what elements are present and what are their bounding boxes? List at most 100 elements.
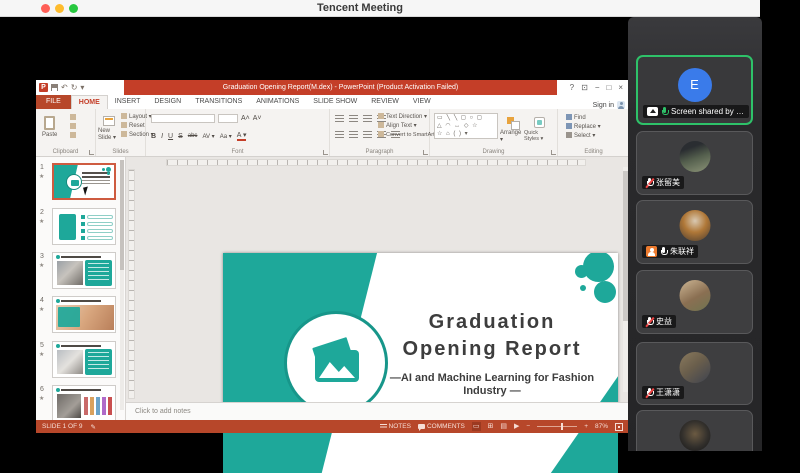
shapes-row-1: ▭ ╲ ╲ ◻ ○ ◻: [437, 114, 497, 122]
numbering-icon[interactable]: [349, 115, 358, 122]
participant-tile[interactable]: 史益: [636, 270, 753, 334]
bullets-icon[interactable]: [335, 115, 344, 122]
participant-tile-sharer[interactable]: E Screen shared by E...: [636, 55, 753, 125]
text-direction-label: Text Direction ▾: [386, 114, 427, 120]
cut-button[interactable]: [70, 114, 78, 123]
participant-tile[interactable]: [636, 410, 753, 451]
zoom-in-button[interactable]: +: [584, 423, 588, 430]
tab-slideshow[interactable]: SLIDE SHOW: [306, 95, 364, 109]
tab-view[interactable]: VIEW: [406, 95, 438, 109]
thumbnail-slide-2[interactable]: 2 ★: [36, 208, 126, 245]
new-slide-button[interactable]: New Slide ▾: [98, 112, 120, 141]
arrange-button[interactable]: Arrange ▾: [500, 113, 524, 143]
thumbnail-slide-5[interactable]: 5 ★: [36, 341, 126, 378]
comments-toggle-button[interactable]: COMMENTS: [418, 423, 465, 430]
decrease-font-icon[interactable]: A˅: [253, 115, 262, 122]
paste-button[interactable]: Paste: [42, 112, 57, 138]
slide-canvas[interactable]: Graduation Opening Report —AI and Machin…: [223, 253, 618, 473]
reset-label: Reset: [129, 123, 145, 129]
redo-icon[interactable]: ↻: [71, 83, 78, 92]
group-clipboard: Paste Clipboard: [36, 109, 96, 156]
copy-button[interactable]: [70, 123, 78, 132]
tab-design[interactable]: DESIGN: [147, 95, 188, 109]
align-center-icon[interactable]: [349, 131, 358, 138]
paragraph-dialog-launcher-icon[interactable]: [423, 150, 428, 155]
find-button[interactable]: Find: [566, 114, 601, 123]
align-right-icon[interactable]: [363, 131, 372, 138]
clipboard-group-label: Clipboard: [36, 149, 95, 155]
replace-button[interactable]: Replace ▾: [566, 123, 601, 132]
zoom-slider-thumb[interactable]: [561, 423, 563, 430]
shapes-gallery[interactable]: ▭ ╲ ╲ ◻ ○ ◻ △ ◠ ↔ ◇ ☆ ☆ ⌂ ( ) ▾: [434, 113, 498, 139]
quick-styles-button[interactable]: Quick Styles ▾: [524, 113, 554, 142]
thumbnail-slide-1[interactable]: 1 ★: [36, 163, 126, 200]
undo-icon[interactable]: ↶: [61, 83, 68, 92]
maximize-icon[interactable]: □: [606, 83, 611, 92]
thumbnail-slide-4[interactable]: 4 ★: [36, 296, 126, 333]
drawing-dialog-launcher-icon[interactable]: [551, 150, 556, 155]
slideshow-view-icon[interactable]: ▶: [514, 422, 519, 431]
powerpoint-logo-icon[interactable]: P: [39, 83, 48, 92]
thumbnail-canvas[interactable]: [52, 385, 116, 420]
zoom-slider[interactable]: [537, 426, 577, 427]
reading-view-icon[interactable]: ▤: [500, 422, 507, 431]
pen-icon[interactable]: ✎: [90, 423, 95, 431]
thumbnail-scrollbar[interactable]: [120, 160, 124, 410]
tab-animations[interactable]: ANIMATIONS: [249, 95, 306, 109]
account-icon: [617, 101, 625, 109]
mac-titlebar: Tencent Meeting: [0, 0, 760, 17]
shadow-abc-button[interactable]: abc: [188, 133, 198, 139]
format-painter-button[interactable]: [70, 132, 78, 141]
participant-tile[interactable]: 王潇潇: [636, 342, 753, 405]
mic-muted-icon: [646, 178, 653, 188]
minimize-icon[interactable]: −: [595, 83, 600, 92]
notes-toggle-button[interactable]: NOTES: [380, 423, 411, 430]
slide-counter: SLIDE 1 OF 9: [42, 423, 82, 430]
normal-view-icon[interactable]: ▭: [472, 422, 481, 431]
indent-decrease-icon[interactable]: [363, 115, 372, 122]
tab-insert[interactable]: INSERT: [108, 95, 148, 109]
close-icon[interactable]: ×: [618, 83, 623, 92]
bold-button[interactable]: B: [151, 133, 156, 140]
clipboard-dialog-launcher-icon[interactable]: [89, 150, 94, 155]
smartart-icon: [378, 131, 384, 137]
font-name-select[interactable]: [151, 114, 215, 123]
strikethrough-button[interactable]: S: [178, 133, 183, 140]
deco-circle-tiny: [580, 285, 586, 291]
slide-sorter-view-icon[interactable]: ⊞: [488, 422, 494, 431]
save-icon[interactable]: [51, 84, 58, 91]
ribbon: Paste Clipboard New Slide ▾ Layout ▾ Res…: [36, 109, 629, 157]
thumbnail-canvas[interactable]: [52, 296, 116, 333]
thumbnail-slide-6[interactable]: 6 ★: [36, 385, 126, 420]
align-left-icon[interactable]: [335, 131, 344, 138]
sign-in-button[interactable]: Sign in: [593, 101, 629, 109]
tab-home[interactable]: HOME: [71, 95, 108, 109]
character-spacing-button[interactable]: AV ▾: [202, 133, 214, 140]
drawing-group-label: Drawing: [430, 149, 557, 155]
tab-review[interactable]: REVIEW: [364, 95, 406, 109]
thumbnail-canvas[interactable]: [52, 252, 116, 289]
notes-pane[interactable]: Click to add notes: [126, 402, 629, 420]
tab-file[interactable]: FILE: [36, 95, 71, 109]
font-dialog-launcher-icon[interactable]: [323, 150, 328, 155]
tab-transitions[interactable]: TRANSITIONS: [188, 95, 249, 109]
participant-tile[interactable]: 张留美: [636, 131, 753, 195]
font-color-button[interactable]: A ▾: [237, 131, 247, 141]
italic-button[interactable]: I: [161, 133, 163, 140]
zoom-level[interactable]: 87%: [595, 423, 608, 430]
customize-qat-icon[interactable]: ▾: [80, 83, 84, 92]
ribbon-options-icon[interactable]: ⊡: [581, 83, 588, 92]
help-icon[interactable]: ?: [570, 83, 574, 92]
thumbnail-canvas[interactable]: [52, 208, 116, 245]
increase-font-icon[interactable]: A˄: [241, 115, 250, 122]
fit-slide-icon[interactable]: [615, 423, 623, 431]
select-button[interactable]: Select ▾: [566, 132, 601, 141]
thumbnail-canvas[interactable]: [52, 341, 116, 378]
thumbnail-slide-3[interactable]: 3 ★: [36, 252, 126, 289]
change-case-button[interactable]: Aa ▾: [220, 133, 232, 140]
font-size-select[interactable]: [218, 114, 238, 123]
zoom-out-button[interactable]: −: [526, 423, 530, 430]
participant-tile[interactable]: 朱联祥: [636, 200, 753, 264]
underline-button[interactable]: U: [168, 133, 173, 140]
find-icon: [566, 114, 572, 120]
